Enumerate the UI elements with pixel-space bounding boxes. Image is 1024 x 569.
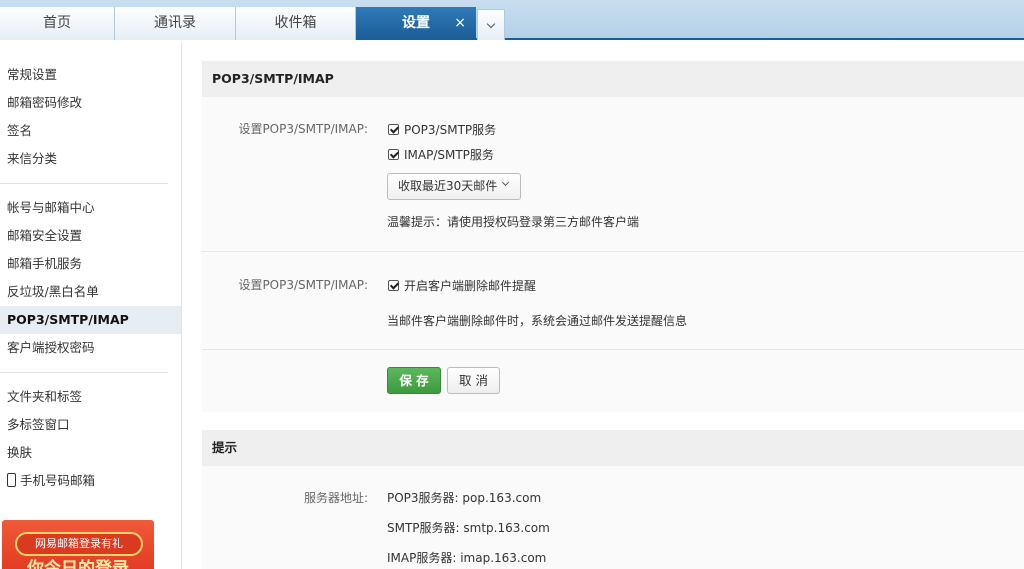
sidebar-item-general[interactable]: 常规设置 <box>0 61 181 89</box>
row-divider <box>202 349 1024 350</box>
promo-tag: 网易邮箱登录有礼 <box>15 532 143 556</box>
sidebar-item-label: 手机号码邮箱 <box>20 473 96 488</box>
imap-smtp-label[interactable]: IMAP/SMTP服务 <box>404 146 494 163</box>
smtp-server: SMTP服务器: smtp.163.com <box>387 521 550 535</box>
tab-contacts[interactable]: 通讯录 <box>115 7 236 40</box>
sidebar-item-mail-filter[interactable]: 来信分类 <box>0 145 181 173</box>
row-label: 设置POP3/SMTP/IMAP: <box>238 122 368 136</box>
sidebar-item-folders-labels[interactable]: 文件夹和标签 <box>0 383 181 411</box>
tab-more-button[interactable] <box>477 9 505 40</box>
sidebar-item-pop3-smtp-imap[interactable]: POP3/SMTP/IMAP <box>0 306 181 334</box>
fetch-range-value: 收取最近30天邮件 <box>398 179 498 193</box>
save-button[interactable]: 保 存 <box>387 367 441 394</box>
sidebar-item-signature[interactable]: 签名 <box>0 117 181 145</box>
tab-settings-label: 设置 <box>402 15 430 31</box>
promo-banner[interactable]: 网易邮箱登录有礼 你今日的登录 <box>2 520 154 569</box>
sidebar-divider <box>0 372 168 373</box>
pop3-settings-panel: POP3/SMTP/IMAP 设置POP3/SMTP/IMAP: POP3/SM… <box>202 61 1024 412</box>
tab-settings[interactable]: 设置 × <box>356 7 476 40</box>
server-address-label: 服务器地址: <box>303 491 368 505</box>
phone-icon <box>7 473 16 487</box>
close-icon[interactable]: × <box>454 7 466 40</box>
tab-inbox[interactable]: 收件箱 <box>236 7 356 40</box>
sidebar-item-client-auth-code[interactable]: 客户端授权密码 <box>0 334 181 362</box>
settings-sidebar: 常规设置 邮箱密码修改 签名 来信分类 帐号与邮箱中心 邮箱安全设置 邮箱手机服… <box>0 42 182 569</box>
row-label: 设置POP3/SMTP/IMAP: <box>238 278 368 292</box>
sidebar-divider <box>0 183 168 184</box>
settings-main: POP3/SMTP/IMAP 设置POP3/SMTP/IMAP: POP3/SM… <box>202 42 1024 569</box>
sidebar-item-security[interactable]: 邮箱安全设置 <box>0 222 181 250</box>
chevron-down-icon <box>486 19 496 28</box>
cancel-button[interactable]: 取 消 <box>447 367 500 394</box>
pop3-smtp-checkbox[interactable] <box>388 124 399 135</box>
imap-smtp-checkbox[interactable] <box>388 149 399 160</box>
delete-remind-label[interactable]: 开启客户端删除邮件提醒 <box>404 277 536 294</box>
delete-remind-checkbox[interactable] <box>388 280 399 291</box>
row-divider <box>202 251 1024 252</box>
section-title: POP3/SMTP/IMAP <box>202 61 1024 97</box>
pop3-server: POP3服务器: pop.163.com <box>387 491 542 505</box>
top-tab-bar: 首页 通讯录 收件箱 设置 × <box>0 0 1024 40</box>
hints-panel: 提示 服务器地址: POP3服务器: pop.163.com SMTP服务器: … <box>202 430 1024 569</box>
sidebar-item-antispam[interactable]: 反垃圾/黑白名单 <box>0 278 181 306</box>
sidebar-item-phone-mailbox[interactable]: 手机号码邮箱 <box>0 467 181 495</box>
pop3-smtp-label[interactable]: POP3/SMTP服务 <box>404 121 496 138</box>
section-title: 提示 <box>202 430 1024 466</box>
fetch-range-select[interactable]: 收取最近30天邮件 <box>387 173 521 200</box>
sidebar-item-mobile-service[interactable]: 邮箱手机服务 <box>0 250 181 278</box>
sidebar-item-password[interactable]: 邮箱密码修改 <box>0 89 181 117</box>
sidebar-item-skin[interactable]: 换肤 <box>0 439 181 467</box>
imap-server: IMAP服务器: imap.163.com <box>387 551 547 565</box>
sidebar-item-multi-tab[interactable]: 多标签窗口 <box>0 411 181 439</box>
auth-code-tip: 温馨提示：请使用授权码登录第三方邮件客户端 <box>387 215 640 229</box>
chevron-down-icon <box>501 178 510 187</box>
sidebar-item-account-center[interactable]: 帐号与邮箱中心 <box>0 194 181 222</box>
delete-remind-desc: 当邮件客户端删除邮件时，系统会通过邮件发送提醒信息 <box>387 314 688 328</box>
promo-headline: 你今日的登录 <box>27 559 129 569</box>
tab-home[interactable]: 首页 <box>0 7 115 40</box>
